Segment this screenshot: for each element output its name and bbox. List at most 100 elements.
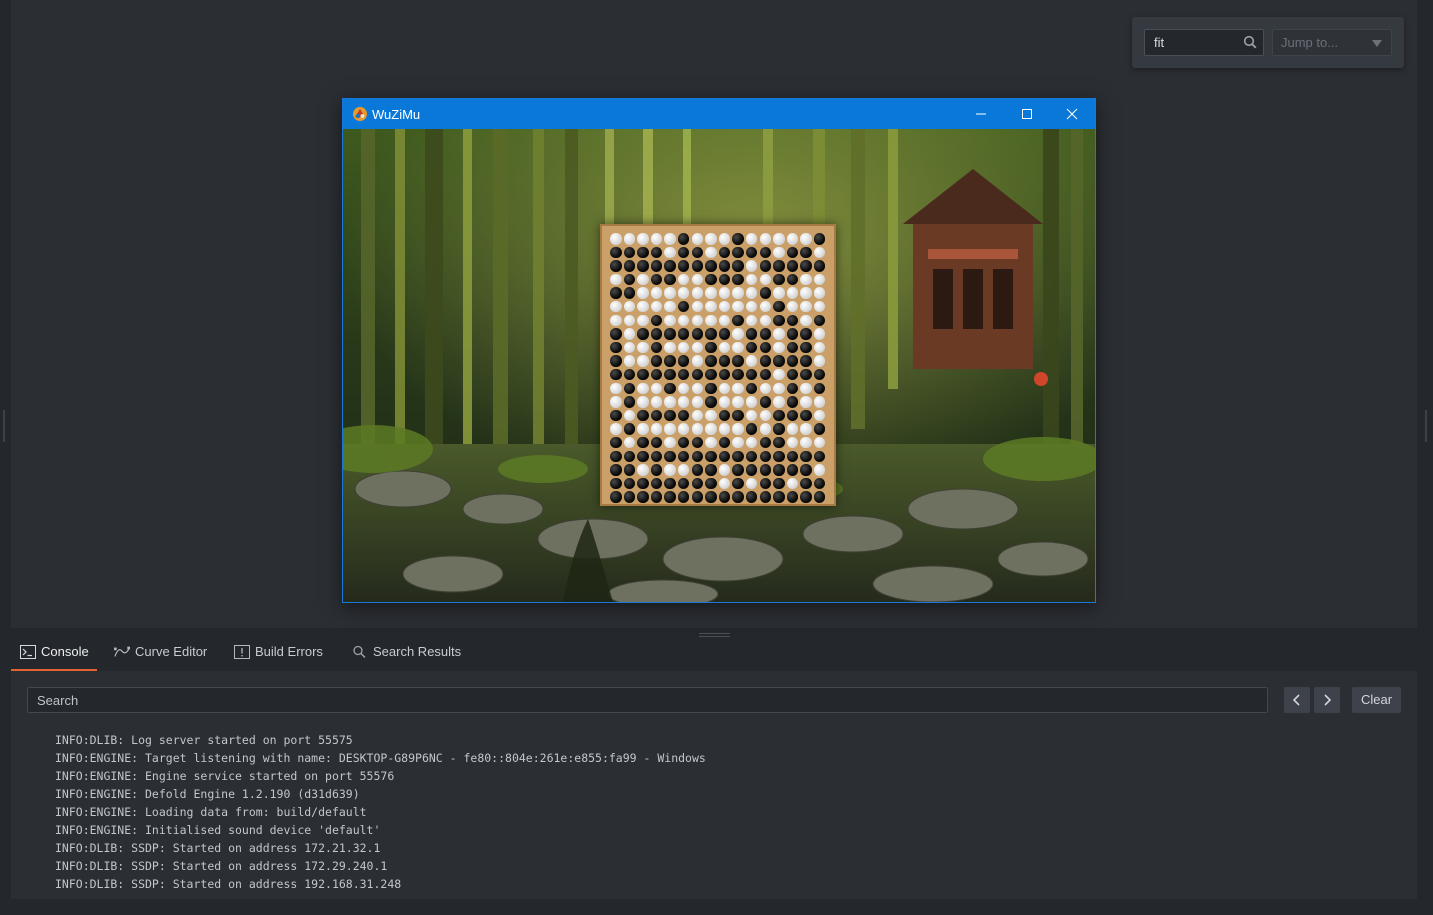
- previous-match-button[interactable]: [1284, 687, 1310, 713]
- black-stone[interactable]: [623, 450, 636, 462]
- white-stone[interactable]: [718, 382, 731, 395]
- search-icon[interactable]: [1243, 35, 1257, 49]
- white-stone[interactable]: [623, 328, 636, 340]
- black-stone[interactable]: [650, 273, 663, 286]
- black-stone[interactable]: [677, 491, 690, 503]
- black-stone[interactable]: [813, 260, 826, 272]
- black-stone[interactable]: [786, 273, 799, 286]
- black-stone[interactable]: [786, 355, 799, 367]
- white-stone[interactable]: [691, 287, 704, 299]
- white-stone[interactable]: [773, 328, 785, 340]
- white-stone[interactable]: [637, 314, 649, 327]
- white-stone[interactable]: [691, 409, 704, 422]
- white-stone[interactable]: [745, 396, 758, 408]
- black-stone[interactable]: [610, 341, 622, 354]
- black-stone[interactable]: [623, 246, 636, 259]
- white-stone[interactable]: [610, 233, 622, 245]
- black-stone[interactable]: [813, 314, 826, 327]
- white-stone[interactable]: [745, 436, 758, 449]
- white-stone[interactable]: [800, 287, 812, 299]
- black-stone[interactable]: [759, 436, 772, 449]
- white-stone[interactable]: [773, 287, 785, 299]
- black-stone[interactable]: [745, 464, 758, 476]
- white-stone[interactable]: [813, 287, 826, 299]
- black-stone[interactable]: [664, 355, 676, 367]
- white-stone[interactable]: [800, 300, 812, 313]
- black-stone[interactable]: [637, 450, 649, 462]
- white-stone[interactable]: [623, 436, 636, 449]
- white-stone[interactable]: [650, 396, 663, 408]
- black-stone[interactable]: [813, 382, 826, 395]
- white-stone[interactable]: [610, 314, 622, 327]
- black-stone[interactable]: [664, 450, 676, 462]
- white-stone[interactable]: [800, 382, 812, 395]
- black-stone[interactable]: [745, 382, 758, 395]
- white-stone[interactable]: [718, 423, 731, 435]
- black-stone[interactable]: [705, 368, 717, 381]
- white-stone[interactable]: [759, 382, 772, 395]
- black-stone[interactable]: [732, 409, 744, 422]
- black-stone[interactable]: [718, 246, 731, 259]
- white-stone[interactable]: [650, 233, 663, 245]
- white-stone[interactable]: [637, 355, 649, 367]
- black-stone[interactable]: [691, 260, 704, 272]
- white-stone[interactable]: [637, 300, 649, 313]
- black-stone[interactable]: [623, 396, 636, 408]
- black-stone[interactable]: [610, 368, 622, 381]
- black-stone[interactable]: [623, 477, 636, 490]
- black-stone[interactable]: [677, 300, 690, 313]
- white-stone[interactable]: [732, 382, 744, 395]
- black-stone[interactable]: [718, 436, 731, 449]
- white-stone[interactable]: [664, 341, 676, 354]
- black-stone[interactable]: [800, 246, 812, 259]
- black-stone[interactable]: [705, 382, 717, 395]
- white-stone[interactable]: [813, 328, 826, 340]
- black-stone[interactable]: [691, 450, 704, 462]
- white-stone[interactable]: [691, 341, 704, 354]
- white-stone[interactable]: [705, 233, 717, 245]
- white-stone[interactable]: [664, 314, 676, 327]
- next-match-button[interactable]: [1314, 687, 1340, 713]
- black-stone[interactable]: [759, 368, 772, 381]
- black-stone[interactable]: [664, 368, 676, 381]
- white-stone[interactable]: [664, 300, 676, 313]
- white-stone[interactable]: [637, 382, 649, 395]
- black-stone[interactable]: [637, 246, 649, 259]
- white-stone[interactable]: [800, 436, 812, 449]
- black-stone[interactable]: [800, 464, 812, 476]
- white-stone[interactable]: [677, 273, 690, 286]
- white-stone[interactable]: [732, 328, 744, 340]
- white-stone[interactable]: [677, 287, 690, 299]
- black-stone[interactable]: [800, 260, 812, 272]
- white-stone[interactable]: [691, 273, 704, 286]
- white-stone[interactable]: [705, 409, 717, 422]
- right-resize-handle[interactable]: [1425, 410, 1427, 442]
- console-log[interactable]: INFO:DLIB: Log server started on port 55…: [55, 731, 706, 893]
- black-stone[interactable]: [650, 368, 663, 381]
- black-stone[interactable]: [610, 409, 622, 422]
- black-stone[interactable]: [732, 368, 744, 381]
- black-stone[interactable]: [610, 491, 622, 503]
- white-stone[interactable]: [800, 396, 812, 408]
- black-stone[interactable]: [813, 450, 826, 462]
- white-stone[interactable]: [677, 464, 690, 476]
- white-stone[interactable]: [745, 477, 758, 490]
- black-stone[interactable]: [610, 450, 622, 462]
- white-stone[interactable]: [718, 287, 731, 299]
- white-stone[interactable]: [664, 287, 676, 299]
- white-stone[interactable]: [705, 246, 717, 259]
- white-stone[interactable]: [677, 396, 690, 408]
- black-stone[interactable]: [623, 382, 636, 395]
- white-stone[interactable]: [677, 382, 690, 395]
- black-stone[interactable]: [786, 314, 799, 327]
- black-stone[interactable]: [773, 409, 785, 422]
- black-stone[interactable]: [813, 423, 826, 435]
- black-stone[interactable]: [677, 328, 690, 340]
- black-stone[interactable]: [637, 436, 649, 449]
- white-stone[interactable]: [732, 436, 744, 449]
- tab-curve-editor[interactable]: Curve Editor: [105, 637, 217, 671]
- black-stone[interactable]: [800, 409, 812, 422]
- clear-button[interactable]: Clear: [1352, 687, 1401, 713]
- black-stone[interactable]: [759, 287, 772, 299]
- window-titlebar[interactable]: WuZiMu: [343, 99, 1095, 129]
